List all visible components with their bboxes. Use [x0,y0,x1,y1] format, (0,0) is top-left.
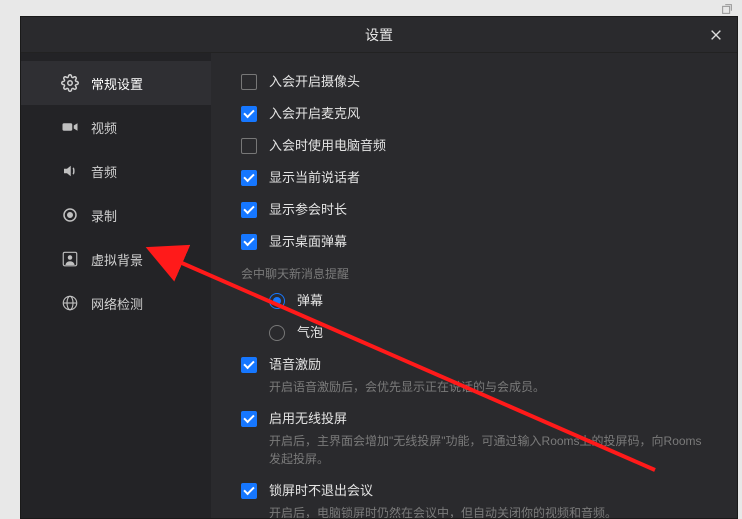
option-label: 锁屏时不退出会议 [269,482,617,500]
sidebar-item-network[interactable]: 网络检测 [21,281,211,325]
checkbox-pc-audio[interactable] [241,138,257,154]
checkbox-voice[interactable] [241,357,257,373]
radio-option-bubble: 气泡 [269,324,707,342]
close-button[interactable] [705,24,727,46]
popout-icon [720,2,734,16]
radio-danmu[interactable] [269,293,285,309]
sidebar-item-label: 虚拟背景 [91,250,143,269]
option-desc: 开启后，电脑锁屏时仍然在会议中，但自动关闭你的视频和音频。 [269,504,617,518]
checkbox-speaker[interactable] [241,170,257,186]
option-voice: 语音激励 开启语音激励后，会优先显示正在说话的与会成员。 [241,356,707,396]
option-desc: 开启后，主界面会增加"无线投屏"功能，可通过输入Rooms上的投屏码，向Room… [269,432,707,468]
checkbox-duration[interactable] [241,202,257,218]
checkbox-mic[interactable] [241,106,257,122]
option-pc-audio: 入会时使用电脑音频 [241,137,707,155]
sidebar-item-audio[interactable]: 音频 [21,149,211,193]
option-camera: 入会开启摄像头 [241,73,707,91]
option-label: 入会开启摄像头 [269,73,360,91]
video-icon [61,118,79,136]
option-speaker: 显示当前说话者 [241,169,707,187]
sidebar-item-virtual-bg[interactable]: 虚拟背景 [21,237,211,281]
sidebar-item-video[interactable]: 视频 [21,105,211,149]
speaker-icon [61,162,79,180]
checkbox-lock[interactable] [241,483,257,499]
radio-bubble[interactable] [269,325,285,341]
checkbox-desktop-danmu[interactable] [241,234,257,250]
option-label: 显示参会时长 [269,201,347,219]
globe-icon [61,294,79,312]
sidebar-item-record[interactable]: 录制 [21,193,211,237]
sidebar-item-label: 音频 [91,162,117,181]
sidebar-item-label: 网络检测 [91,294,143,313]
option-lock: 锁屏时不退出会议 开启后，电脑锁屏时仍然在会议中，但自动关闭你的视频和音频。 [241,482,707,518]
sidebar-item-label: 录制 [91,206,117,225]
sidebar-item-label: 常规设置 [91,74,143,93]
person-icon [61,250,79,268]
option-label: 显示当前说话者 [269,169,360,187]
option-label: 入会时使用电脑音频 [269,137,386,155]
option-label: 显示桌面弹幕 [269,233,347,251]
gear-icon [61,74,79,92]
settings-window: 设置 常规设置 [20,16,738,519]
option-label: 启用无线投屏 [269,410,707,428]
sidebar: 常规设置 视频 音频 [21,53,211,518]
checkbox-cast[interactable] [241,411,257,427]
option-label: 入会开启麦克风 [269,105,360,123]
chat-section-label: 会中聊天新消息提醒 [241,265,707,282]
main-panel: 入会开启摄像头 入会开启麦克风 入会时使用电脑音频 显示当前说话者 显示参会时长… [211,53,737,518]
option-label: 语音激励 [269,356,545,374]
body: 常规设置 视频 音频 [21,53,737,518]
option-cast: 启用无线投屏 开启后，主界面会增加"无线投屏"功能，可通过输入Rooms上的投屏… [241,410,707,468]
option-label: 气泡 [297,324,323,342]
option-duration: 显示参会时长 [241,201,707,219]
checkbox-camera[interactable] [241,74,257,90]
option-label: 弹幕 [297,292,323,310]
window-title: 设置 [365,25,393,45]
radio-option-danmu: 弹幕 [269,292,707,310]
option-desc: 开启语音激励后，会优先显示正在说话的与会成员。 [269,378,545,396]
titlebar: 设置 [21,17,737,53]
sidebar-item-general[interactable]: 常规设置 [21,61,211,105]
option-mic: 入会开启麦克风 [241,105,707,123]
record-icon [61,206,79,224]
sidebar-item-label: 视频 [91,118,117,137]
option-desktop-danmu: 显示桌面弹幕 [241,233,707,251]
